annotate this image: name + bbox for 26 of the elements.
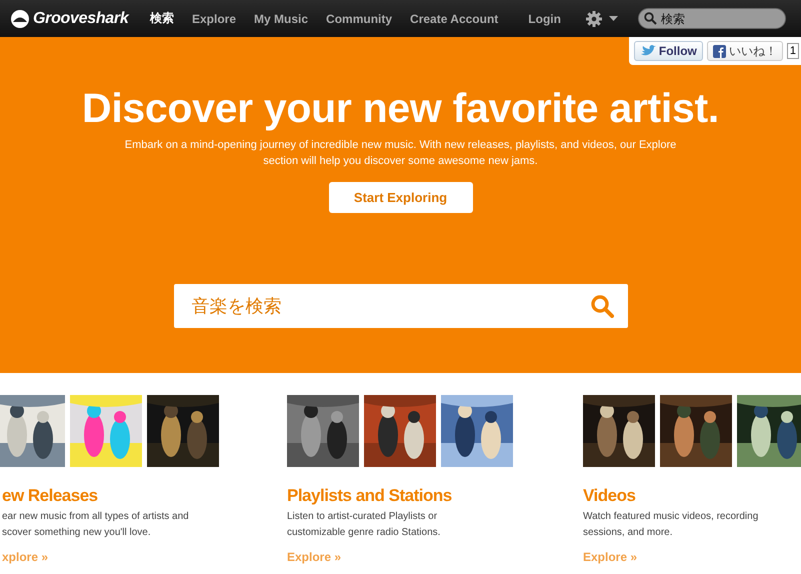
follow-button[interactable]: Follow — [634, 41, 703, 61]
nav-link[interactable]: Explore — [192, 12, 236, 26]
facebook-icon — [712, 44, 726, 58]
nav-link[interactable]: 検索 — [150, 10, 174, 27]
nav-link[interactable]: My Music — [254, 12, 308, 26]
search-icon[interactable] — [590, 294, 614, 318]
music-search-field[interactable]: 音楽を検索 — [174, 284, 628, 328]
bird-icon — [640, 45, 656, 57]
search-field[interactable]: 検索 — [638, 8, 786, 29]
hero-subtitle: Embark on a mind-opening journey of incredible new music. With new releases, playlists, and videos, our Explore section will help you discover some awesome new jams. — [124, 138, 678, 169]
section-description: ear new music from all types of artists and scover something new you'll love. — [2, 510, 189, 540]
section-title: Playlists and Stations — [287, 486, 453, 506]
search-icon — [644, 12, 657, 25]
logo-text[interactable]: Grooveshark — [33, 10, 128, 28]
nav-link[interactable]: Community — [326, 12, 392, 26]
section-title: Videos — [583, 486, 636, 506]
logo-icon — [10, 8, 30, 28]
nav-link[interactable]: Login — [528, 12, 561, 26]
like-count: 1 — [786, 43, 799, 59]
like-button[interactable]: いいね！ — [706, 41, 783, 61]
section-description: Watch featured music videos, recording sessions, and more. — [583, 510, 758, 540]
nav-link[interactable]: Create Account — [410, 12, 498, 26]
hero-title: Discover your new favorite artist. — [82, 85, 719, 131]
settings-icon[interactable] — [584, 10, 603, 28]
section-description: Listen to artist-curated Playlists or customizable genre radio Stations. — [287, 510, 440, 540]
caret-icon[interactable] — [608, 16, 618, 22]
